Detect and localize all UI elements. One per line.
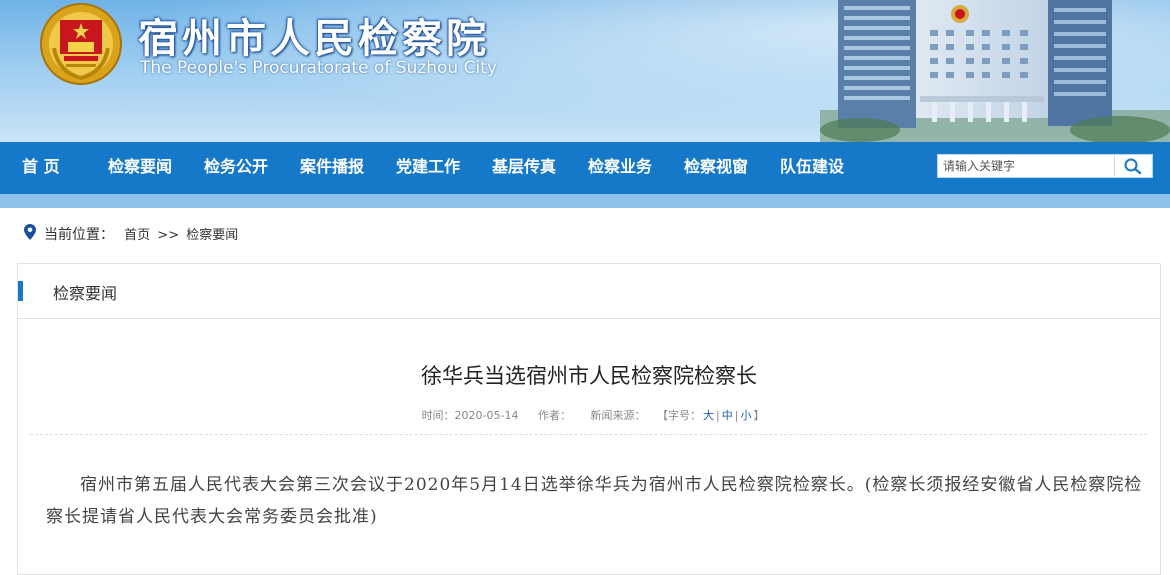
panel-accent-bar bbox=[18, 281, 23, 301]
nav-item-news[interactable]: 检察要闻 bbox=[108, 142, 172, 194]
search-input[interactable] bbox=[938, 155, 1113, 177]
nav-item-disclosure[interactable]: 检务公开 bbox=[204, 142, 268, 194]
font-size-control: 【字号：大 | 中 | 小】 bbox=[657, 409, 764, 422]
nav-item-team[interactable]: 队伍建设 bbox=[780, 142, 844, 194]
nav-item-home[interactable]: 首 页 bbox=[22, 142, 60, 194]
font-size-large-button[interactable]: 大 bbox=[701, 409, 716, 422]
article-title: 徐华兵当选宿州市人民检察院检察长 bbox=[421, 364, 757, 388]
content-panel: 检察要闻 徐华兵当选宿州市人民检察院检察长 时间：2020-05-14 作者： … bbox=[17, 263, 1161, 575]
panel-header: 检察要闻 bbox=[18, 264, 1160, 319]
article-body: 宿州市第五届人民代表大会第三次会议于2020年5月14日选举徐华兵为宿州市人民检… bbox=[46, 475, 1143, 527]
search-button[interactable] bbox=[1114, 156, 1151, 176]
site-subtitle: The People's Procuratorate of Suzhou Cit… bbox=[140, 58, 497, 78]
breadcrumb: 当前位置： 首页 >> 检察要闻 bbox=[24, 224, 238, 244]
article-author: 作者： bbox=[538, 409, 571, 422]
article-source: 新闻来源： bbox=[590, 409, 646, 422]
site-title: 宿州市人民检察院 bbox=[138, 15, 490, 62]
nav-item-business[interactable]: 检察业务 bbox=[588, 142, 652, 194]
nav-item-cases[interactable]: 案件播报 bbox=[300, 142, 364, 194]
article-time: 时间：2020-05-14 bbox=[421, 409, 519, 422]
nav-item-party[interactable]: 党建工作 bbox=[396, 142, 460, 194]
breadcrumb-current-link[interactable]: 检察要闻 bbox=[186, 228, 238, 243]
font-size-small-button[interactable]: 小 bbox=[738, 409, 753, 422]
procuratorate-emblem-icon bbox=[40, 3, 122, 85]
magnifier-icon bbox=[1124, 158, 1142, 175]
article-meta: 时间：2020-05-14 作者： 新闻来源： 【字号：大 | 中 | 小】 bbox=[18, 407, 1160, 423]
font-size-medium-button[interactable]: 中 bbox=[720, 409, 735, 422]
nav-item-grassroots[interactable]: 基层传真 bbox=[492, 142, 556, 194]
building-image bbox=[820, 0, 1170, 142]
font-size-label: 【字号： bbox=[657, 409, 701, 422]
search-box bbox=[937, 154, 1153, 178]
breadcrumb-label: 当前位置： bbox=[44, 227, 114, 243]
font-size-close: 】 bbox=[753, 409, 765, 422]
meta-divider bbox=[30, 434, 1147, 435]
nav-item-window[interactable]: 检察视窗 bbox=[684, 142, 748, 194]
panel-title: 检察要闻 bbox=[53, 284, 118, 303]
breadcrumb-separator: >> bbox=[157, 228, 180, 243]
location-pin-icon bbox=[24, 224, 36, 247]
breadcrumb-home-link[interactable]: 首页 bbox=[124, 228, 150, 243]
header-banner: 宿州市人民检察院 The People's Procuratorate of S… bbox=[0, 0, 1170, 142]
